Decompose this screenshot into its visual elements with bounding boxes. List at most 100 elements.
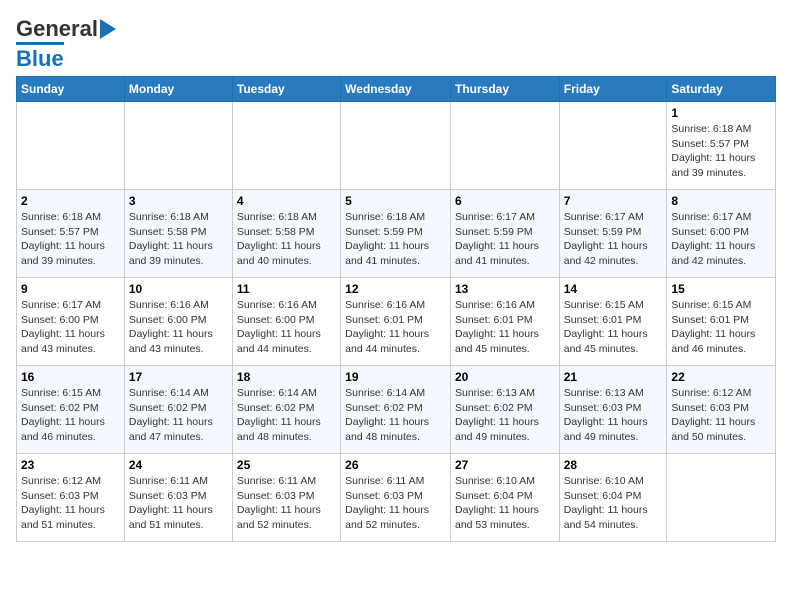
day-cell-12: 12 Sunrise: 6:16 AM Sunset: 6:01 PM Dayli… [341,278,451,366]
day-info: Sunrise: 6:10 AM Sunset: 6:04 PM Dayligh… [564,474,663,533]
day-cell-23: 23 Sunrise: 6:12 AM Sunset: 6:03 PM Dayli… [17,454,125,542]
day-info: Sunrise: 6:17 AM Sunset: 6:00 PM Dayligh… [21,298,120,357]
week-row-4: 16 Sunrise: 6:15 AM Sunset: 6:02 PM Dayli… [17,366,776,454]
day-cell-21: 21 Sunrise: 6:13 AM Sunset: 6:03 PM Dayli… [559,366,667,454]
logo-general: General [16,16,98,42]
day-cell-10: 10 Sunrise: 6:16 AM Sunset: 6:00 PM Dayli… [124,278,232,366]
day-info: Sunrise: 6:18 AM Sunset: 5:57 PM Dayligh… [21,210,120,269]
day-info: Sunrise: 6:16 AM Sunset: 6:01 PM Dayligh… [455,298,555,357]
day-number: 26 [345,458,446,472]
empty-cell [124,102,232,190]
day-cell-6: 6Sunrise: 6:17 AM Sunset: 5:59 PM Daylig… [450,190,559,278]
day-info: Sunrise: 6:14 AM Sunset: 6:02 PM Dayligh… [129,386,228,445]
day-info: Sunrise: 6:16 AM Sunset: 6:00 PM Dayligh… [129,298,228,357]
day-number: 22 [671,370,771,384]
day-info: Sunrise: 6:17 AM Sunset: 6:00 PM Dayligh… [671,210,771,269]
day-cell-16: 16 Sunrise: 6:15 AM Sunset: 6:02 PM Dayli… [17,366,125,454]
day-number: 14 [564,282,663,296]
empty-cell [667,454,776,542]
empty-cell [232,102,340,190]
day-number: 25 [237,458,336,472]
day-cell-27: 27Sunrise: 6:10 AM Sunset: 6:04 PM Dayli… [450,454,559,542]
day-number: 12 [345,282,446,296]
day-info: Sunrise: 6:18 AM Sunset: 5:58 PM Dayligh… [129,210,228,269]
week-row-5: 23 Sunrise: 6:12 AM Sunset: 6:03 PM Dayli… [17,454,776,542]
day-cell-26: 26 Sunrise: 6:11 AM Sunset: 6:03 PM Dayli… [341,454,451,542]
day-info: Sunrise: 6:18 AM Sunset: 5:57 PM Dayligh… [671,122,771,181]
day-info: Sunrise: 6:13 AM Sunset: 6:02 PM Dayligh… [455,386,555,445]
day-info: Sunrise: 6:18 AM Sunset: 5:58 PM Dayligh… [237,210,336,269]
weekday-header-friday: Friday [559,77,667,102]
day-number: 19 [345,370,446,384]
weekday-header-sunday: Sunday [17,77,125,102]
day-cell-19: 19 Sunrise: 6:14 AM Sunset: 6:02 PM Dayli… [341,366,451,454]
day-number: 2 [21,194,120,208]
week-row-3: 9 Sunrise: 6:17 AM Sunset: 6:00 PM Daylig… [17,278,776,366]
day-info: Sunrise: 6:13 AM Sunset: 6:03 PM Dayligh… [564,386,663,445]
day-number: 1 [671,106,771,120]
day-cell-5: 5 Sunrise: 6:18 AM Sunset: 5:59 PM Daylig… [341,190,451,278]
day-number: 23 [21,458,120,472]
day-number: 10 [129,282,228,296]
day-cell-14: 14 Sunrise: 6:15 AM Sunset: 6:01 PM Dayli… [559,278,667,366]
day-number: 21 [564,370,663,384]
day-cell-18: 18 Sunrise: 6:14 AM Sunset: 6:02 PM Dayli… [232,366,340,454]
day-cell-8: 8 Sunrise: 6:17 AM Sunset: 6:00 PM Daylig… [667,190,776,278]
day-number: 17 [129,370,228,384]
day-info: Sunrise: 6:14 AM Sunset: 6:02 PM Dayligh… [237,386,336,445]
weekday-header-wednesday: Wednesday [341,77,451,102]
logo: General Blue [16,16,116,72]
week-row-1: 1 Sunrise: 6:18 AM Sunset: 5:57 PM Daylig… [17,102,776,190]
calendar-table: SundayMondayTuesdayWednesdayThursdayFrid… [16,76,776,542]
day-info: Sunrise: 6:15 AM Sunset: 6:01 PM Dayligh… [671,298,771,357]
day-info: Sunrise: 6:17 AM Sunset: 5:59 PM Dayligh… [564,210,663,269]
day-number: 16 [21,370,120,384]
day-info: Sunrise: 6:15 AM Sunset: 6:02 PM Dayligh… [21,386,120,445]
day-info: Sunrise: 6:15 AM Sunset: 6:01 PM Dayligh… [564,298,663,357]
day-number: 18 [237,370,336,384]
day-number: 13 [455,282,555,296]
weekday-header-tuesday: Tuesday [232,77,340,102]
day-cell-28: 28 Sunrise: 6:10 AM Sunset: 6:04 PM Dayli… [559,454,667,542]
day-cell-25: 25 Sunrise: 6:11 AM Sunset: 6:03 PM Dayli… [232,454,340,542]
day-info: Sunrise: 6:12 AM Sunset: 6:03 PM Dayligh… [671,386,771,445]
day-info: Sunrise: 6:18 AM Sunset: 5:59 PM Dayligh… [345,210,446,269]
day-cell-1: 1 Sunrise: 6:18 AM Sunset: 5:57 PM Daylig… [667,102,776,190]
day-number: 8 [671,194,771,208]
day-cell-22: 22 Sunrise: 6:12 AM Sunset: 6:03 PM Dayli… [667,366,776,454]
weekday-header-saturday: Saturday [667,77,776,102]
day-cell-20: 20 Sunrise: 6:13 AM Sunset: 6:02 PM Dayli… [450,366,559,454]
day-number: 24 [129,458,228,472]
day-cell-24: 24Sunrise: 6:11 AM Sunset: 6:03 PM Dayli… [124,454,232,542]
empty-cell [341,102,451,190]
weekday-header-monday: Monday [124,77,232,102]
day-cell-17: 17 Sunrise: 6:14 AM Sunset: 6:02 PM Dayli… [124,366,232,454]
empty-cell [559,102,667,190]
day-number: 4 [237,194,336,208]
day-number: 9 [21,282,120,296]
day-info: Sunrise: 6:11 AM Sunset: 6:03 PM Dayligh… [237,474,336,533]
header: General Blue [16,16,776,72]
day-info: Sunrise: 6:17 AM Sunset: 5:59 PM Dayligh… [455,210,555,269]
weekday-header-thursday: Thursday [450,77,559,102]
empty-cell [17,102,125,190]
day-number: 27 [455,458,555,472]
day-cell-2: 2 Sunrise: 6:18 AM Sunset: 5:57 PM Daylig… [17,190,125,278]
logo-blue: Blue [16,42,64,72]
day-number: 20 [455,370,555,384]
day-number: 5 [345,194,446,208]
day-info: Sunrise: 6:12 AM Sunset: 6:03 PM Dayligh… [21,474,120,533]
day-info: Sunrise: 6:14 AM Sunset: 6:02 PM Dayligh… [345,386,446,445]
week-row-2: 2 Sunrise: 6:18 AM Sunset: 5:57 PM Daylig… [17,190,776,278]
day-cell-4: 4 Sunrise: 6:18 AM Sunset: 5:58 PM Daylig… [232,190,340,278]
day-cell-7: 7Sunrise: 6:17 AM Sunset: 5:59 PM Daylig… [559,190,667,278]
day-number: 3 [129,194,228,208]
day-number: 28 [564,458,663,472]
weekday-header-row: SundayMondayTuesdayWednesdayThursdayFrid… [17,77,776,102]
empty-cell [450,102,559,190]
day-cell-11: 11Sunrise: 6:16 AM Sunset: 6:00 PM Dayli… [232,278,340,366]
day-cell-9: 9 Sunrise: 6:17 AM Sunset: 6:00 PM Daylig… [17,278,125,366]
day-number: 11 [237,282,336,296]
day-info: Sunrise: 6:11 AM Sunset: 6:03 PM Dayligh… [345,474,446,533]
day-info: Sunrise: 6:16 AM Sunset: 6:01 PM Dayligh… [345,298,446,357]
